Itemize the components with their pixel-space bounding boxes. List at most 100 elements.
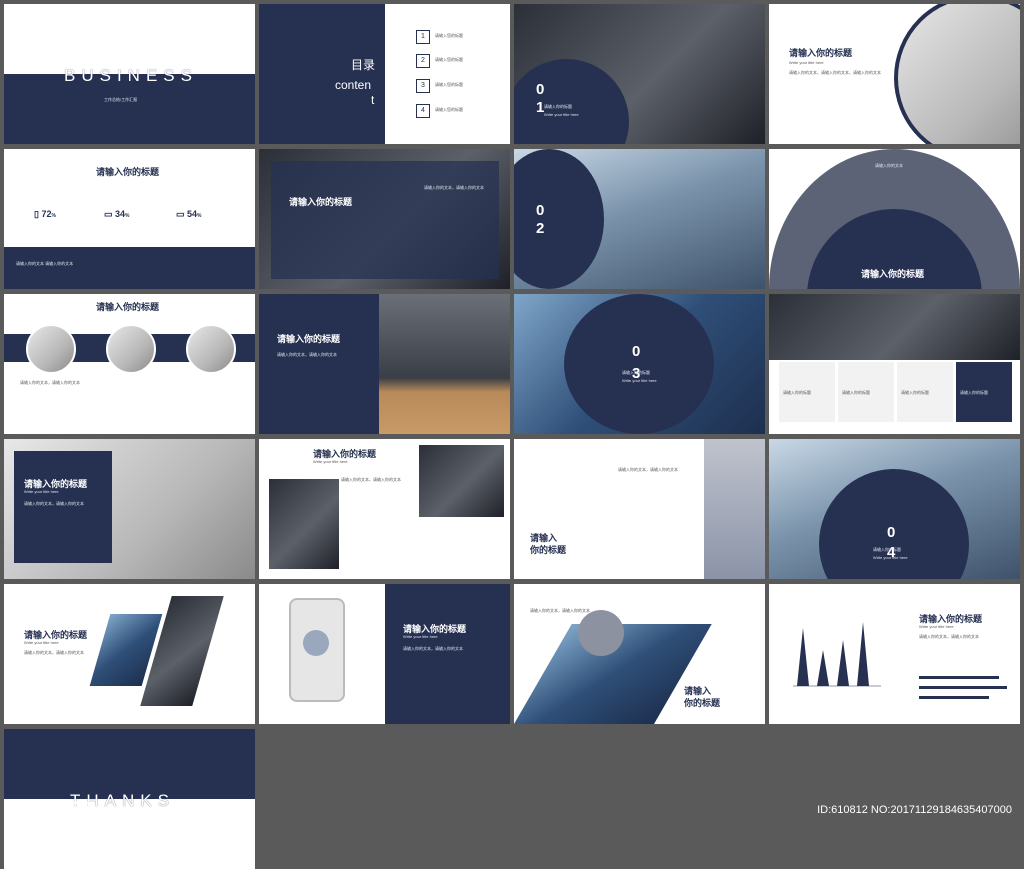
laptop-photo-circle — [894, 4, 1020, 144]
section-circle — [514, 59, 629, 144]
section-number-1: 0 — [632, 343, 641, 360]
section-sub: Write your title here — [544, 112, 579, 117]
office-photo — [419, 445, 504, 517]
chart-spike — [817, 650, 829, 686]
slide6-title: 请输入你的标题 — [289, 197, 353, 207]
navy-panel — [259, 4, 385, 144]
slide-section-04[interactable]: 0 4 请输入你的标题 Write your title here — [769, 439, 1020, 579]
slide-devices-arc[interactable]: 请输入你的标题 请输入你的文本 — [769, 149, 1020, 289]
spike-chart — [793, 622, 881, 687]
chart-spike — [857, 622, 869, 686]
cover-title: BUSINESS — [64, 66, 198, 85]
slide-section-01[interactable]: 0 1 请输入你的标题 Write your title here — [514, 4, 765, 144]
slide-slanted-photos[interactable]: 请输入你的标题 Write your title here 请输入你的文本，请输… — [4, 584, 255, 724]
section-circle — [514, 149, 604, 289]
stat-2-unit: % — [125, 213, 130, 219]
slide20-body: 请输入你的文本，请输入你的文本 — [919, 634, 979, 639]
toc-number-1: 1 — [416, 30, 430, 44]
slide-office-photos[interactable]: 请输入你的标题 Write your title here 请输入你的文本，请输… — [259, 439, 510, 579]
slide-section-02[interactable]: 0 2 — [514, 149, 765, 289]
contents-title-en-2: t — [371, 93, 375, 107]
chart-spike — [837, 640, 849, 686]
progress-bar — [919, 696, 989, 699]
stat-1: ▯ 72% — [34, 209, 56, 219]
navy-panel — [385, 584, 510, 724]
slide6-body: 请输入你的文本，请输入你的文本 — [424, 185, 484, 190]
toc-number-4: 4 — [416, 104, 430, 118]
slide9-body: 请输入你的文本，请输入你的文本 — [20, 380, 80, 385]
accent-circle — [578, 610, 624, 656]
slide-laptop-dashboard[interactable]: 请输入你的标题 Write your title here 请输入你的文本，请输… — [769, 4, 1020, 144]
slide18-sub: Write your title here — [403, 634, 438, 639]
slide13-body: 请输入你的文本，请输入你的文本 — [24, 501, 84, 506]
slide-contents[interactable]: 目录 conten t 1 请输入您的标题 2 请输入您的标题 3 请输入您的标… — [259, 4, 510, 144]
slide-team[interactable]: 请输入你的标题 请输入你的文本，请输入你的文本 — [4, 294, 255, 434]
slide14-body: 请输入你的文本，请输入你的文本 — [341, 477, 401, 482]
section-number-2: 2 — [536, 220, 545, 237]
slide20-sub: Write your title here — [919, 624, 954, 629]
slide-four-features[interactable]: 请输入你的标题 请输入你的标题 请输入你的标题 请输入你的标题 — [769, 294, 1020, 434]
slanted-photo — [140, 596, 224, 706]
slide-business-cover[interactable]: BUSINESS 工作总结/工作汇报 — [4, 4, 255, 144]
office-photo — [269, 479, 339, 569]
chess-photo — [704, 439, 765, 579]
stat-3-unit: % — [197, 213, 202, 219]
stat-2: ▭ 34% — [104, 209, 130, 219]
section-number-1: 0 — [887, 524, 896, 541]
overlay-panel — [271, 161, 499, 279]
watermark-id: ID:610812 NO:20171129184635407000 — [817, 804, 1012, 816]
white-band — [4, 4, 255, 74]
navy-card — [14, 451, 112, 563]
section-label: 请输入你的标题 — [873, 547, 901, 552]
typing-photo — [769, 294, 1020, 360]
toc-item-2: 请输入您的标题 — [435, 57, 463, 62]
slide-chess[interactable]: 请输入 你的标题 请输入你的文本，请输入你的文本 — [514, 439, 765, 579]
slide13-sub: Write your title here — [24, 489, 59, 494]
toc-item-3: 请输入您的标题 — [435, 82, 463, 87]
avatar — [106, 324, 156, 374]
avatar — [186, 324, 236, 374]
slide14-sub: Write your title here — [313, 459, 348, 464]
feature-label-4: 请输入你的标题 — [960, 390, 988, 395]
section-number-1: 0 — [536, 81, 545, 98]
slide17-body: 请输入你的文本，请输入你的文本 — [24, 650, 84, 655]
laptop-photo — [379, 294, 510, 434]
contents-title-cn: 目录 — [351, 58, 376, 72]
slide4-sub: Write your title here — [789, 60, 824, 65]
slide5-title: 请输入你的标题 — [96, 167, 160, 177]
avatar — [26, 324, 76, 374]
toc-number-3: 3 — [416, 79, 430, 93]
slide17-sub: Write your title here — [24, 640, 59, 645]
phone-screen-moon — [303, 630, 329, 656]
cover-subtitle: 工作总结/工作汇报 — [104, 97, 138, 102]
slide4-body: 请输入你的文本，请输入你的文本，请输入你的文本 — [789, 70, 881, 75]
feature-label-1: 请输入你的标题 — [783, 390, 811, 395]
slide-spike-chart[interactable]: 请输入你的标题 Write your title here 请输入你的文本，请输… — [769, 584, 1020, 724]
stat-1-value: 72 — [41, 209, 52, 219]
slide8-body: 请输入你的文本 — [875, 163, 903, 168]
slide15-title-2: 你的标题 — [530, 545, 567, 555]
toc-item-1: 请输入您的标题 — [435, 33, 463, 38]
toc-number-2: 2 — [416, 54, 430, 68]
slide19-body: 请输入你的文本，请输入你的文本 — [530, 608, 590, 613]
slide-building[interactable]: 请输入 你的标题 请输入你的文本，请输入你的文本 — [514, 584, 765, 724]
slide-phone[interactable]: 请输入你的标题 Write your title here 请输入你的文本，请输… — [259, 584, 510, 724]
slide-section-03[interactable]: 0 3 请输入你的标题 Write your title here — [514, 294, 765, 434]
contents-title-en-1: conten — [335, 78, 372, 92]
feature-label-3: 请输入你的标题 — [901, 390, 929, 395]
slide9-title: 请输入你的标题 — [96, 302, 160, 312]
chart-spike — [797, 628, 809, 686]
section-circle — [564, 294, 714, 434]
slide-pencil[interactable]: 请输入你的标题 Write your title here 请输入你的文本，请输… — [4, 439, 255, 579]
slide10-body: 请输入你的文本，请输入你的文本 — [277, 352, 337, 357]
stat-3: ▭ 54% — [176, 209, 202, 219]
section-label: 请输入你的标题 — [544, 104, 572, 109]
slide-stats[interactable]: 请输入你的标题 ▯ 72% ▭ 34% ▭ 54% 请输入你的文本 请输入你的文… — [4, 149, 255, 289]
navy-panel — [259, 294, 389, 434]
feature-label-2: 请输入你的标题 — [842, 390, 870, 395]
slide-person-list[interactable]: 请输入你的标题 请输入你的文本，请输入你的文本 — [259, 149, 510, 289]
slide-laptop[interactable]: 请输入你的标题 请输入你的文本，请输入你的文本 — [259, 294, 510, 434]
stat-3-value: 54 — [187, 209, 198, 219]
progress-bar — [919, 676, 999, 679]
stat-2-value: 34 — [115, 209, 126, 219]
